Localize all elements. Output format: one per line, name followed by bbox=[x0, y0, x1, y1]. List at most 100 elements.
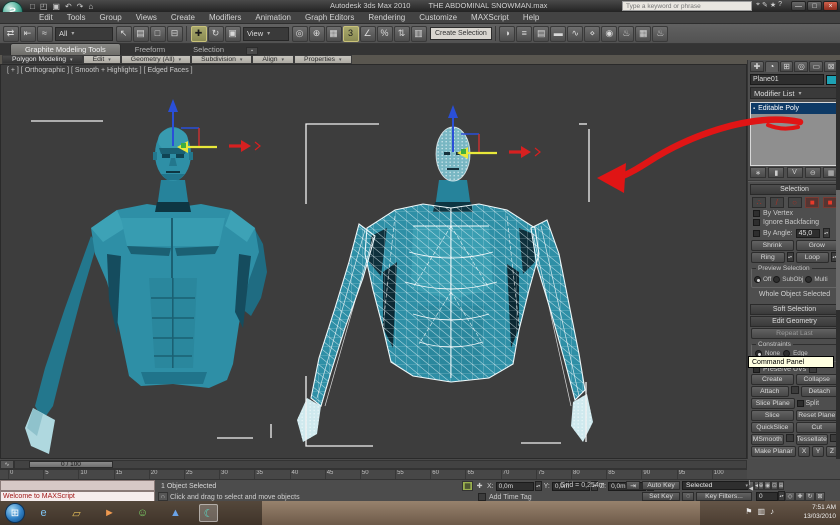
restore-button[interactable]: □ bbox=[807, 1, 822, 11]
detach-button[interactable]: Detach bbox=[800, 386, 838, 397]
vertex-icon[interactable]: ∴ bbox=[752, 197, 766, 208]
key-cursor-icon[interactable]: ⇥ bbox=[626, 481, 640, 490]
taskbar-max-icon[interactable]: ☾ bbox=[199, 504, 218, 522]
loop-button[interactable]: Loop bbox=[795, 252, 829, 263]
favorites-icon[interactable]: ★ bbox=[770, 1, 776, 9]
undo-icon[interactable]: ↶ bbox=[63, 2, 74, 11]
taskbar-clock[interactable]: 7:51 AM 13/03/2010 bbox=[803, 504, 836, 521]
maximize-viewport-icon[interactable]: ⊠ bbox=[815, 491, 825, 501]
modifier-stack-entry[interactable]: ▪ Editable Poly bbox=[751, 103, 838, 114]
soft-selection-rollout-header[interactable]: Soft Selection bbox=[750, 304, 839, 315]
time-slider-handle[interactable]: 0 / 100 bbox=[29, 460, 113, 468]
viewport[interactable]: [ + ] [ Orthographic ] [ Smooth + Highli… bbox=[0, 64, 747, 459]
zoom-all-icon[interactable]: ◉ bbox=[764, 481, 772, 490]
frame-spinner[interactable]: ▴▾ bbox=[778, 491, 785, 501]
grow-button[interactable]: Grow bbox=[795, 240, 838, 251]
taskbar-media-icon[interactable]: ► bbox=[100, 504, 119, 522]
reset-plane-button[interactable]: Reset Plane bbox=[795, 410, 838, 421]
ribbon-tab[interactable]: Freeform bbox=[121, 44, 179, 55]
absolute-mode-icon[interactable]: ▦ bbox=[462, 481, 473, 491]
current-frame-field[interactable]: 0 bbox=[756, 491, 778, 501]
orbit-icon[interactable]: ↻ bbox=[805, 491, 815, 501]
spinner-snap-icon[interactable]: ⇅ bbox=[393, 25, 410, 42]
taskbar-app-icon[interactable]: ▲ bbox=[166, 504, 185, 522]
border-icon[interactable]: ○ bbox=[787, 197, 802, 208]
close-button[interactable]: × bbox=[823, 1, 838, 11]
set-key-icon[interactable]: ◌ bbox=[682, 492, 694, 501]
repeat-last-button[interactable]: Repeat Last bbox=[751, 328, 838, 339]
tray-volume-icon[interactable]: ♪ bbox=[770, 507, 774, 516]
ring-button[interactable]: Ring bbox=[751, 252, 785, 263]
select-move-icon[interactable]: ✚ bbox=[190, 25, 207, 42]
key-mode-dropdown[interactable]: Selected bbox=[682, 481, 752, 490]
panel-scrollbar[interactable] bbox=[836, 60, 840, 459]
unlink-selection-icon[interactable]: ⇤ bbox=[19, 25, 36, 42]
transform-gizmo[interactable] bbox=[168, 99, 261, 153]
help-icon[interactable]: ? bbox=[778, 1, 782, 9]
make-unique-icon[interactable]: V bbox=[786, 167, 803, 178]
mirror-icon[interactable]: ◑ bbox=[499, 25, 516, 42]
menu-item[interactable]: Create bbox=[164, 13, 202, 22]
select-object-icon[interactable]: ↖ bbox=[115, 25, 132, 42]
menu-item[interactable]: Customize bbox=[412, 13, 464, 22]
bind-spacewarp-icon[interactable]: ≈ bbox=[36, 25, 53, 42]
edit-geometry-rollout-header[interactable]: Edit Geometry bbox=[750, 316, 839, 327]
layer-manager-icon[interactable]: ▤ bbox=[533, 25, 550, 42]
msmooth-settings-icon[interactable] bbox=[785, 434, 794, 442]
make-planar-y-button[interactable]: Y bbox=[812, 446, 824, 457]
quickslice-button[interactable]: QuickSlice bbox=[751, 422, 794, 433]
fov-icon[interactable]: ◇ bbox=[785, 491, 795, 501]
render-setup-icon[interactable]: ♨ bbox=[618, 25, 635, 42]
selection-lock-icon[interactable]: ∩ bbox=[158, 492, 168, 501]
attach-settings-icon[interactable] bbox=[790, 386, 799, 394]
align-icon[interactable]: ≡ bbox=[516, 25, 533, 42]
keyboard-override-icon[interactable]: ▦ bbox=[325, 25, 342, 42]
track-bar[interactable]: 0 5 10 15 20 25 30 35 40 45 50 55 60 65 70 75 80 85 90 95 10… bbox=[0, 469, 747, 479]
hierarchy-tab-icon[interactable]: ⊞ bbox=[779, 61, 794, 72]
create-tab-icon[interactable]: ✚ bbox=[750, 61, 764, 72]
preview-subobj-radio[interactable] bbox=[773, 276, 781, 283]
auto-key-button[interactable]: Auto Key bbox=[642, 481, 680, 490]
modifier-list-dropdown[interactable]: Modifier List bbox=[750, 87, 839, 99]
communication-center-icon[interactable]: ✎ bbox=[762, 1, 768, 9]
set-key-button[interactable]: Set Key bbox=[642, 492, 680, 501]
taskbar-explorer-icon[interactable]: ▱ bbox=[67, 504, 86, 522]
model-left-solid[interactable] bbox=[25, 127, 267, 454]
remove-modifier-icon[interactable]: ⊖ bbox=[804, 167, 821, 178]
shrink-button[interactable]: Shrink bbox=[751, 240, 794, 251]
menu-item[interactable]: Rendering bbox=[361, 13, 412, 22]
attach-button[interactable]: Attach bbox=[751, 386, 789, 397]
slice-button[interactable]: Slice bbox=[751, 410, 794, 421]
menu-item[interactable]: Edit bbox=[32, 13, 60, 22]
menu-item[interactable]: Tools bbox=[60, 13, 93, 22]
select-rotate-icon[interactable]: ↻ bbox=[207, 25, 224, 42]
angle-snap-icon[interactable]: ∠ bbox=[359, 25, 376, 42]
pin-stack-icon[interactable]: ∗ bbox=[750, 167, 766, 178]
open-file-icon[interactable]: ◰ bbox=[38, 2, 50, 11]
save-file-icon[interactable]: ▣ bbox=[50, 2, 62, 11]
zoom-extents-icon[interactable]: ⊡ bbox=[771, 481, 778, 490]
polygon-icon[interactable]: ■ bbox=[805, 197, 820, 208]
ribbon-panel-button[interactable]: Properties bbox=[294, 55, 352, 64]
show-end-result-icon[interactable]: ▮ bbox=[768, 167, 785, 178]
create-button[interactable]: Create bbox=[751, 374, 794, 385]
infocenter-search-input[interactable] bbox=[622, 1, 752, 11]
menu-item[interactable]: Views bbox=[129, 13, 164, 22]
project-folder-icon[interactable]: ⌂ bbox=[86, 2, 95, 11]
tray-flag-icon[interactable]: ⚑ bbox=[745, 507, 752, 516]
ribbon-minimize-button[interactable]: ▪ bbox=[246, 47, 259, 55]
tray-network-icon[interactable]: ▥ bbox=[757, 507, 765, 516]
modifier-stack[interactable]: ▪ Editable Poly bbox=[750, 102, 839, 166]
maxscript-mini-listener-top[interactable] bbox=[0, 480, 155, 491]
model-right-wireframe[interactable] bbox=[297, 126, 593, 442]
object-name-field[interactable]: Plane01 bbox=[750, 74, 824, 85]
ignore-backfacing-checkbox[interactable]: Ignore Backfacing bbox=[753, 219, 819, 226]
key-filters-button[interactable]: Key Filters... bbox=[696, 492, 752, 501]
window-crossing-icon[interactable]: ⊟ bbox=[166, 25, 183, 42]
named-selection-sets-field[interactable]: Create Selection bbox=[430, 27, 492, 40]
mini-curve-editor-icon[interactable]: ∿ bbox=[0, 459, 14, 469]
preview-multi-radio[interactable] bbox=[805, 276, 813, 283]
menu-item[interactable]: Group bbox=[92, 13, 128, 22]
redo-icon[interactable]: ↷ bbox=[75, 2, 86, 11]
menu-item[interactable]: Graph Editors bbox=[298, 13, 361, 22]
